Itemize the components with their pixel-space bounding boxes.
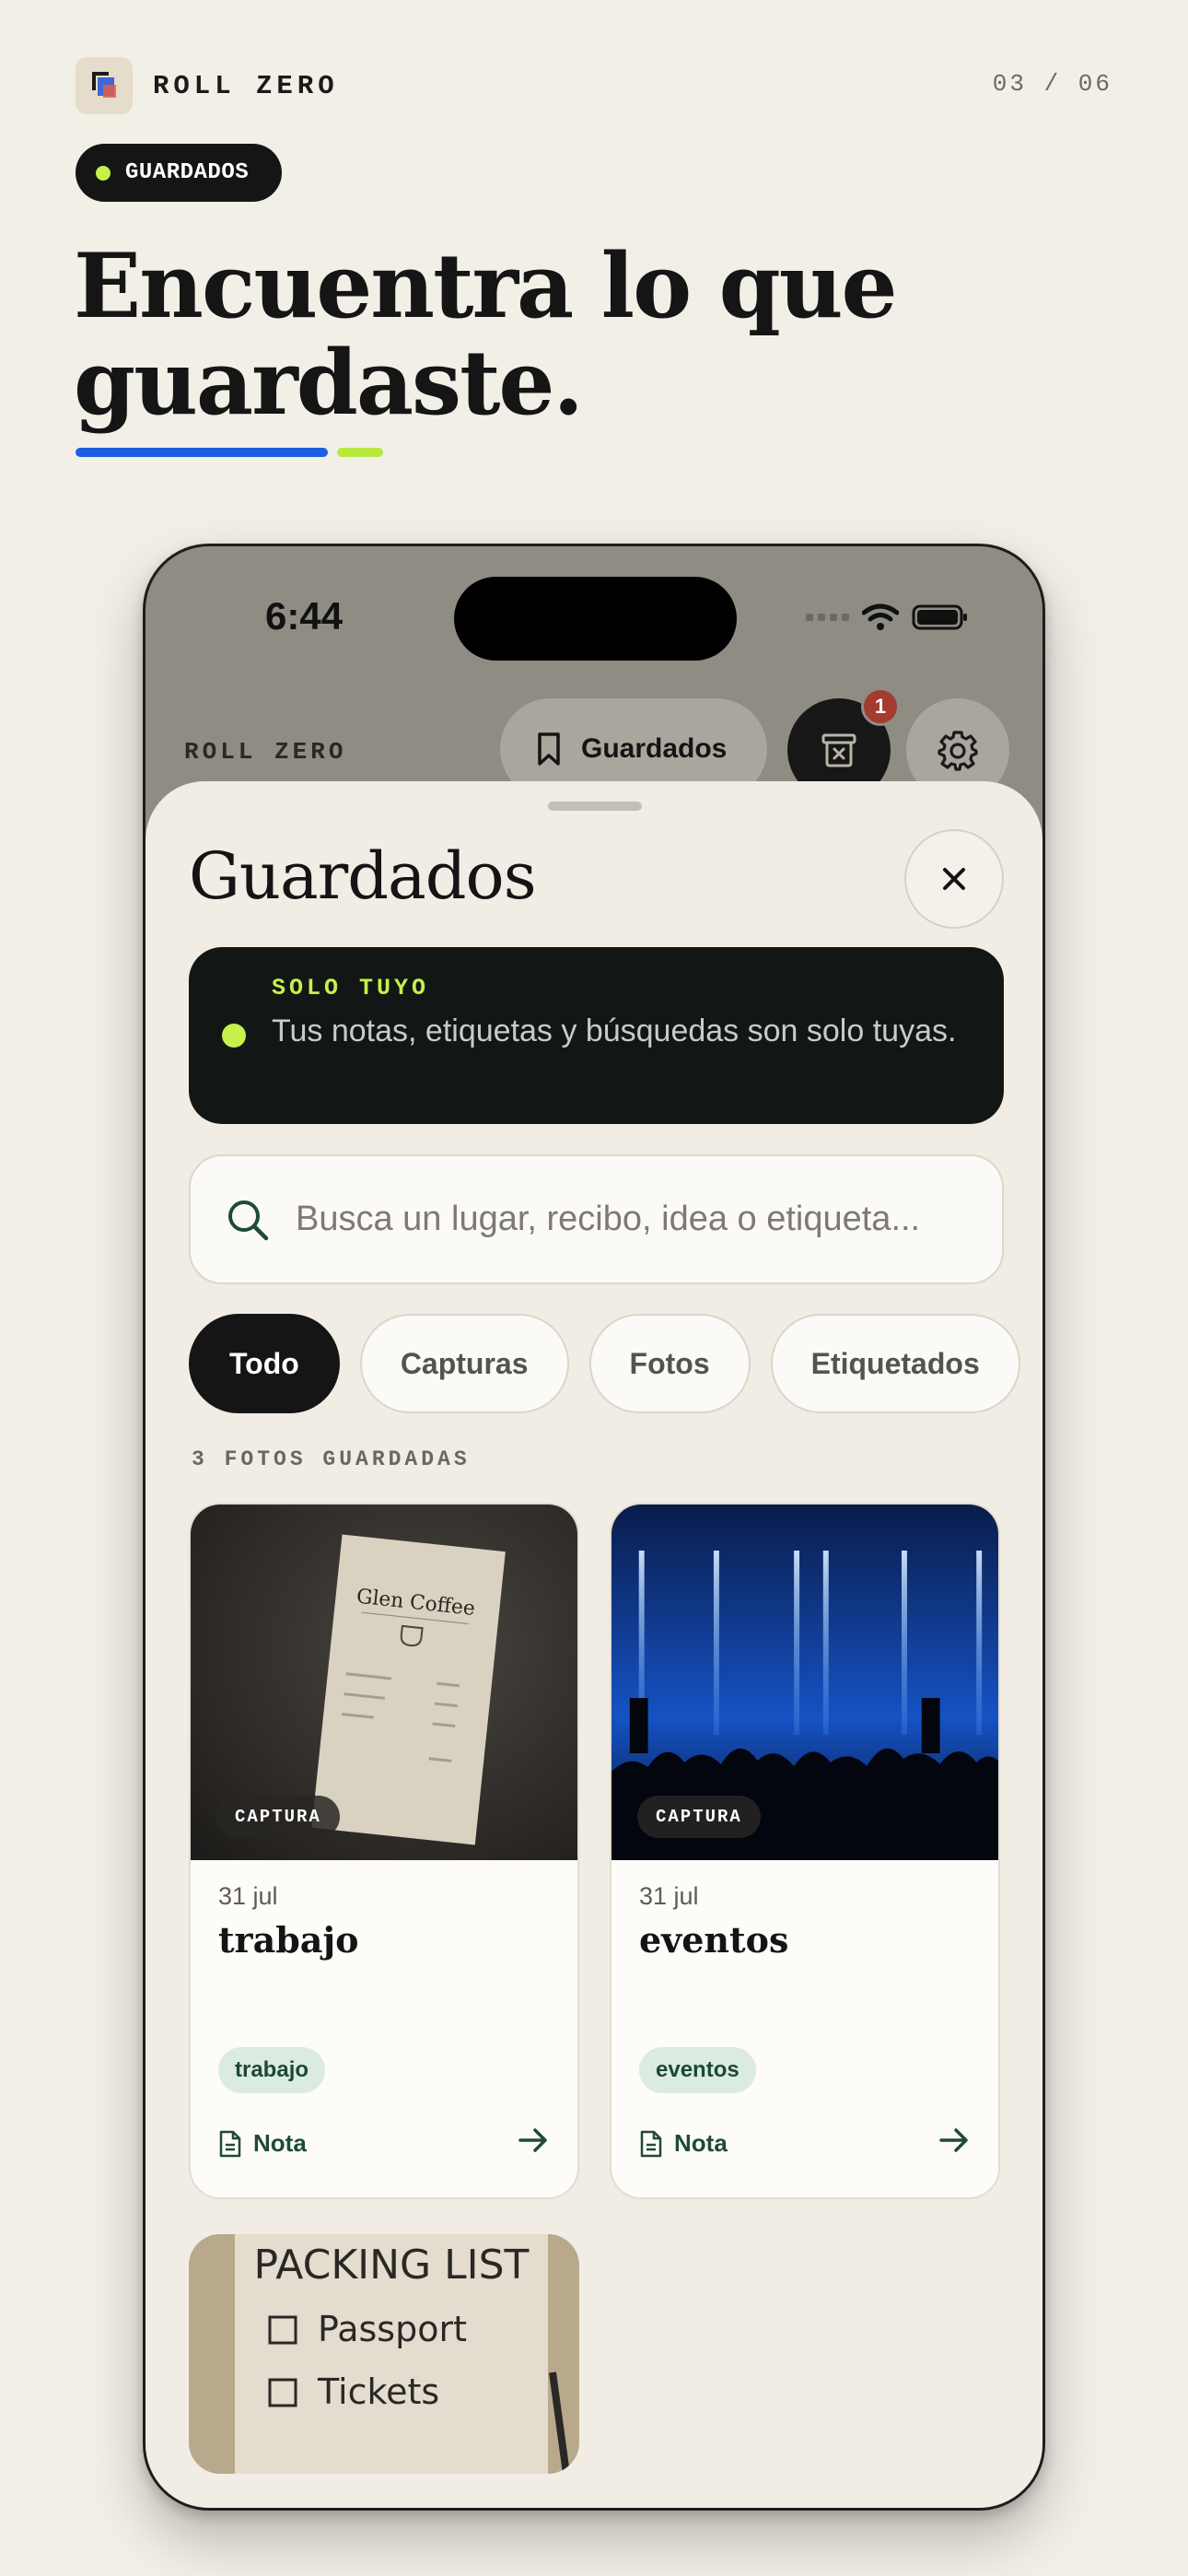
page-indicator: 03 / 06 — [992, 70, 1112, 98]
headline-underline-lime — [337, 448, 383, 457]
card-date: 31 jul — [218, 1882, 278, 1910]
card-tag[interactable]: eventos — [639, 2047, 756, 2093]
filter-chip-etiquetados[interactable]: Etiquetados — [770, 1314, 1020, 1413]
status-icons — [806, 603, 969, 631]
app-logo-icon — [76, 57, 133, 114]
headline-line-2: guardaste. — [74, 331, 584, 435]
saved-card[interactable]: Glen Coffee CAPTURA 31 jul trabajo traba… — [189, 1503, 579, 2199]
filter-chip-fotos[interactable]: Fotos — [588, 1314, 751, 1413]
cellular-signal-icon — [806, 614, 849, 621]
search-icon — [228, 1200, 269, 1240]
note-icon — [219, 2130, 241, 2157]
note-icon — [640, 2130, 662, 2157]
card-tag[interactable]: trabajo — [218, 2047, 326, 2093]
filter-chip-todo[interactable]: Todo — [189, 1314, 340, 1413]
status-time: 6:44 — [265, 594, 344, 638]
headline-underline-blue — [76, 448, 328, 457]
battery-icon — [912, 604, 967, 630]
trash-x-icon — [821, 733, 856, 767]
brand-lockup: ROLL ZERO — [76, 57, 339, 114]
arrow-right-icon[interactable] — [517, 2124, 550, 2157]
search-field[interactable] — [189, 1154, 1004, 1284]
wifi-icon — [862, 603, 899, 630]
headline-line-1: Encuentra lo que — [74, 234, 898, 338]
saved-card[interactable]: CAPTURA 31 jul eventos eventos Nota — [610, 1503, 1000, 2199]
sheet-title: Guardados — [189, 838, 537, 914]
search-input[interactable] — [296, 1200, 959, 1239]
saved-count-label: 3 FOTOS GUARDADAS — [192, 1447, 471, 1471]
phone-mockup: 6:44 ROLL ZERO Guardados 1 Guardados SOL… — [143, 544, 1045, 2511]
card-note[interactable]: Nota — [218, 2129, 307, 2158]
section-badge-label: GUARDADOS — [125, 160, 250, 185]
packing-list-item: Tickets — [317, 2371, 439, 2412]
arrow-right-icon[interactable] — [938, 2124, 971, 2157]
saved-tab-label: Guardados — [581, 733, 728, 764]
sheet-grabber[interactable] — [548, 802, 642, 811]
section-badge: GUARDADOS — [76, 144, 283, 202]
privacy-text: Tus notas, etiquetas y búsquedas son sol… — [272, 1013, 957, 1048]
card-note-label: Nota — [253, 2129, 307, 2157]
dynamic-island — [454, 577, 737, 661]
discarded-count-badge: 1 — [861, 687, 900, 726]
brand-name: ROLL ZERO — [153, 70, 339, 101]
filter-chips: Todo Capturas Fotos Etiquetados — [189, 1314, 1020, 1415]
card-type-badge: CAPTURA — [637, 1796, 761, 1838]
packing-list-title: PACKING LIST — [254, 2242, 530, 2289]
saved-card-partial[interactable]: PACKING LIST Passport Tickets — [189, 2234, 579, 2474]
close-button[interactable] — [904, 829, 1004, 929]
close-icon — [943, 868, 965, 890]
privacy-kicker: SOLO TUYO — [272, 975, 430, 1001]
card-date: 31 jul — [639, 1882, 699, 1910]
lime-dot-icon — [96, 165, 111, 181]
card-type-badge: CAPTURA — [216, 1796, 340, 1838]
filter-chip-capturas[interactable]: Capturas — [359, 1314, 569, 1413]
card-title: trabajo — [218, 1919, 359, 1961]
card-note[interactable]: Nota — [639, 2129, 728, 2158]
privacy-banner: SOLO TUYO Tus notas, etiquetas y búsqued… — [189, 947, 1004, 1124]
bookmark-icon — [538, 732, 560, 766]
headline: Encuentra lo que guardaste. — [74, 234, 898, 435]
lime-dot-icon — [222, 1024, 246, 1048]
gear-icon — [938, 731, 978, 771]
card-title: eventos — [639, 1919, 789, 1961]
saved-sheet: Guardados SOLO TUYO Tus notas, etiquetas… — [146, 781, 1042, 2508]
packing-list-photo: PACKING LIST Passport Tickets — [189, 2234, 579, 2474]
card-note-label: Nota — [674, 2129, 728, 2157]
app-brand: ROLL ZERO — [184, 738, 347, 766]
packing-list-item: Passport — [318, 2309, 467, 2349]
